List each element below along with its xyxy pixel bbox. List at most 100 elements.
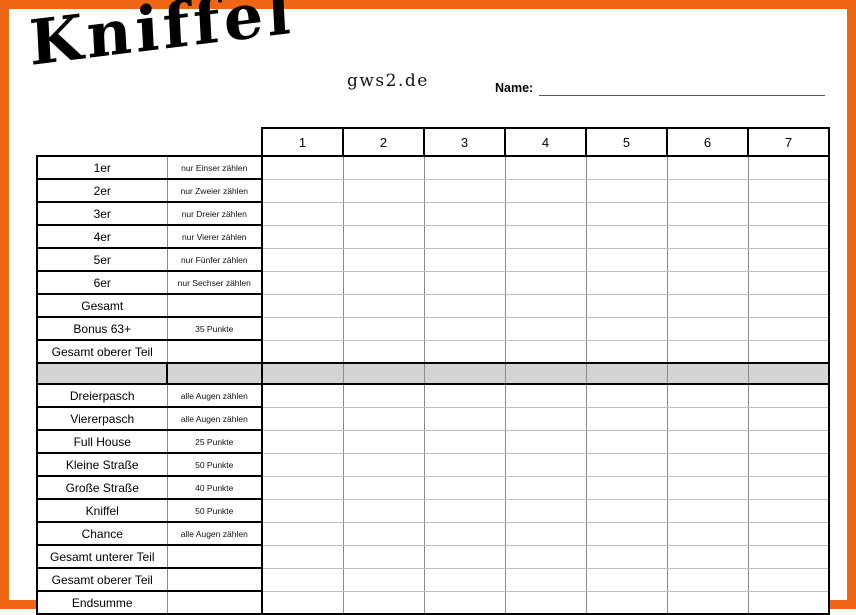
score-input-cell[interactable] [666,247,749,272]
score-input-cell[interactable] [585,293,668,318]
score-input-cell[interactable] [666,383,749,408]
score-input-cell[interactable] [585,475,668,500]
score-input-cell[interactable] [342,201,425,226]
score-input-cell[interactable] [261,498,344,523]
score-input-cell[interactable] [423,155,506,180]
score-input-cell[interactable] [423,224,506,249]
score-input-cell[interactable] [666,429,749,454]
score-input-cell[interactable] [666,590,749,615]
score-input-cell[interactable] [747,567,830,592]
score-input-cell[interactable] [423,475,506,500]
score-input-cell[interactable] [504,247,587,272]
score-input-cell[interactable] [666,452,749,477]
score-input-cell[interactable] [504,429,587,454]
score-input-cell[interactable] [747,178,830,203]
score-input-cell[interactable] [423,406,506,431]
score-input-cell[interactable] [261,406,344,431]
score-input-cell[interactable] [261,383,344,408]
score-input-cell[interactable] [423,429,506,454]
score-input-cell[interactable] [342,544,425,569]
score-input-cell[interactable] [666,521,749,546]
score-input-cell[interactable] [504,316,587,341]
score-input-cell[interactable] [261,452,344,477]
score-input-cell[interactable] [423,383,506,408]
score-input-cell[interactable] [747,452,830,477]
score-input-cell[interactable] [585,452,668,477]
score-input-cell[interactable] [585,155,668,180]
score-input-cell[interactable] [504,339,587,364]
score-input-cell[interactable] [342,293,425,318]
score-input-cell[interactable] [585,498,668,523]
score-input-cell[interactable] [747,316,830,341]
score-input-cell[interactable] [666,567,749,592]
score-input-cell[interactable] [666,475,749,500]
score-input-cell[interactable] [504,544,587,569]
score-input-cell[interactable] [423,270,506,295]
score-input-cell[interactable] [585,429,668,454]
score-input-cell[interactable] [423,293,506,318]
score-input-cell[interactable] [504,498,587,523]
score-input-cell[interactable] [261,521,344,546]
score-input-cell[interactable] [585,270,668,295]
score-input-cell[interactable] [585,567,668,592]
score-input-cell[interactable] [261,567,344,592]
score-input-cell[interactable] [666,339,749,364]
score-input-cell[interactable] [666,270,749,295]
score-input-cell[interactable] [666,293,749,318]
score-input-cell[interactable] [423,247,506,272]
score-input-cell[interactable] [261,339,344,364]
score-input-cell[interactable] [747,247,830,272]
score-input-cell[interactable] [585,590,668,615]
score-input-cell[interactable] [666,498,749,523]
score-input-cell[interactable] [585,339,668,364]
score-input-cell[interactable] [585,247,668,272]
score-input-cell[interactable] [504,293,587,318]
score-input-cell[interactable] [585,178,668,203]
score-input-cell[interactable] [747,270,830,295]
score-input-cell[interactable] [423,178,506,203]
score-input-cell[interactable] [261,590,344,615]
score-input-cell[interactable] [423,498,506,523]
score-input-cell[interactable] [747,544,830,569]
score-input-cell[interactable] [504,270,587,295]
score-input-cell[interactable] [585,201,668,226]
score-input-cell[interactable] [666,178,749,203]
score-input-cell[interactable] [423,201,506,226]
score-input-cell[interactable] [342,270,425,295]
score-input-cell[interactable] [261,178,344,203]
score-input-cell[interactable] [261,201,344,226]
score-input-cell[interactable] [504,224,587,249]
score-input-cell[interactable] [666,224,749,249]
score-input-cell[interactable] [342,475,425,500]
score-input-cell[interactable] [342,452,425,477]
score-input-cell[interactable] [666,544,749,569]
score-input-cell[interactable] [585,383,668,408]
score-input-cell[interactable] [585,521,668,546]
score-input-cell[interactable] [423,316,506,341]
score-input-cell[interactable] [261,270,344,295]
score-input-cell[interactable] [423,544,506,569]
score-input-cell[interactable] [261,316,344,341]
score-input-cell[interactable] [504,521,587,546]
score-input-cell[interactable] [342,429,425,454]
score-input-cell[interactable] [747,155,830,180]
score-input-cell[interactable] [504,452,587,477]
score-input-cell[interactable] [504,590,587,615]
score-input-cell[interactable] [585,544,668,569]
score-input-cell[interactable] [261,475,344,500]
score-input-cell[interactable] [504,383,587,408]
score-input-cell[interactable] [342,406,425,431]
score-input-cell[interactable] [747,475,830,500]
score-input-cell[interactable] [342,521,425,546]
score-input-cell[interactable] [423,339,506,364]
score-input-cell[interactable] [747,201,830,226]
score-input-cell[interactable] [342,383,425,408]
score-input-cell[interactable] [342,224,425,249]
score-input-cell[interactable] [423,521,506,546]
score-input-cell[interactable] [666,155,749,180]
score-input-cell[interactable] [261,224,344,249]
score-input-cell[interactable] [342,178,425,203]
score-input-cell[interactable] [261,544,344,569]
score-input-cell[interactable] [747,590,830,615]
score-input-cell[interactable] [747,293,830,318]
